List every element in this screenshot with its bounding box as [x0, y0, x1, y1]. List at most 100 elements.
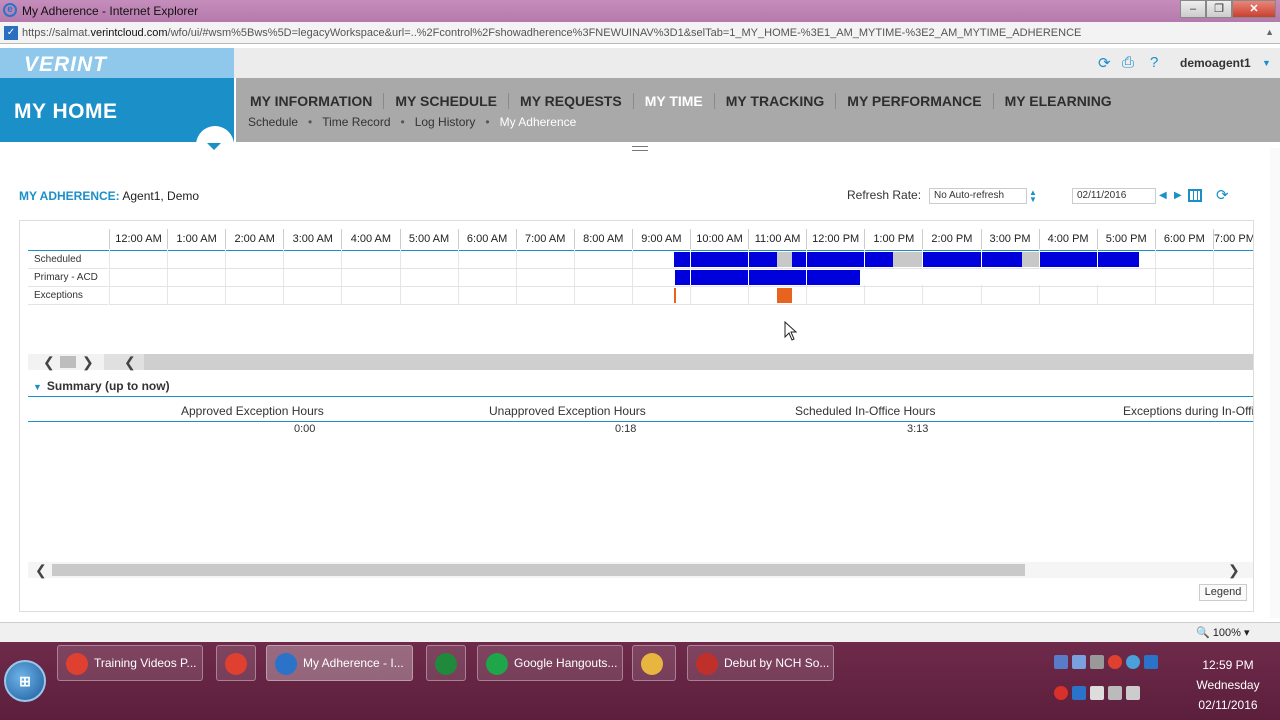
signal-icon[interactable] [1108, 686, 1122, 700]
app-icon [696, 652, 718, 675]
username[interactable]: demoagent1 [1180, 56, 1251, 70]
hour-label: 7:00 AM [515, 229, 574, 249]
tray-icon[interactable] [1090, 655, 1104, 669]
timeline-segment[interactable] [1022, 252, 1039, 267]
window-controls: – ❐ ✕ [1180, 0, 1276, 18]
nav-item-my-elearning[interactable]: MY ELEARNING [992, 93, 1123, 109]
timeline-scroll-thumb[interactable] [60, 356, 76, 368]
summary-scrollbar[interactable]: ❮ ❯ [28, 562, 1253, 578]
hour-divider [922, 251, 924, 285]
tray-network-icon[interactable] [1126, 655, 1140, 669]
resize-grip[interactable] [632, 146, 648, 151]
hour-label: 2:00 AM [225, 229, 283, 249]
calendar-icon[interactable] [1188, 189, 1202, 202]
close-button[interactable]: ✕ [1232, 0, 1276, 18]
taskbar-item-label: My Adherence - I... [303, 656, 404, 670]
user-menu-caret-icon[interactable]: ▼ [1262, 58, 1271, 68]
taskbar-item[interactable] [632, 645, 676, 681]
timeline-segment[interactable] [922, 252, 1023, 267]
scroll-right-icon[interactable]: ❯ [1228, 562, 1240, 578]
tray-icon[interactable] [1054, 655, 1068, 669]
previous-date-icon[interactable]: ◀ [1159, 190, 1167, 201]
zoom-level[interactable]: 🔍 100% ▾ [1196, 626, 1249, 639]
summary-heading[interactable]: ▼ Summary (up to now) [33, 379, 170, 393]
hour-label: 6:00 AM [457, 229, 516, 249]
subnav-item-time-record[interactable]: Time Record [322, 115, 390, 129]
subnav-item-my-adherence[interactable]: My Adherence [500, 115, 577, 129]
reload-icon[interactable]: ⟳ [1216, 186, 1229, 204]
clock-time: 12:59 PM [1202, 658, 1254, 672]
brand-bar: VERINT [0, 48, 234, 78]
scroll-up-icon[interactable]: ▲ [1265, 27, 1274, 37]
separator-dot: • [485, 115, 490, 129]
url-text[interactable]: https://salmat.verintcloud.com/wfo/ui/#w… [22, 27, 1081, 39]
address-bar[interactable]: ✓ https://salmat.verintcloud.com/wfo/ui/… [0, 22, 1280, 44]
window-titlebar: e My Adherence - Internet Explorer – ❐ ✕ [0, 0, 1280, 22]
row-track [109, 287, 1253, 305]
refresh-rate-select[interactable]: No Auto-refresh [929, 188, 1027, 204]
page-scrollbar[interactable] [1270, 148, 1280, 618]
maximize-button[interactable]: ❐ [1206, 0, 1232, 18]
battery-icon[interactable] [1090, 686, 1104, 700]
scroll-left-icon[interactable]: ❮ [124, 354, 136, 370]
summary-header-divider [28, 421, 1253, 422]
nav-item-my-schedule[interactable]: MY SCHEDULE [383, 93, 508, 109]
print-icon[interactable]: ⎙ [1122, 54, 1134, 71]
timeline-segment[interactable] [777, 288, 792, 303]
hour-divider [690, 251, 691, 285]
refresh-icon[interactable]: ⟳ [1098, 54, 1111, 72]
summary-column-header: Unapproved Exception Hours [489, 404, 646, 418]
timeline-segment[interactable] [673, 288, 676, 303]
timeline-hours: 12:00 AM 1:00 AM 2:00 AM 3:00 AM 4:00 AM 5:00… [109, 229, 1253, 249]
hour-label: 1:00 PM [864, 229, 922, 249]
volume-icon[interactable] [1126, 686, 1140, 700]
date-input[interactable]: 02/11/2016 [1072, 188, 1156, 204]
subnav-item-log-history[interactable]: Log History [415, 115, 476, 129]
expand-triangle-icon[interactable]: ▼ [33, 382, 42, 392]
scroll-left-icon[interactable]: ❮ [35, 562, 47, 578]
help-icon[interactable]: ? [1150, 54, 1158, 71]
taskbar-item[interactable]: Google Hangouts... [477, 645, 623, 681]
timeline-scroll-track[interactable] [144, 354, 1253, 370]
tray-shield-icon[interactable] [1144, 655, 1158, 669]
scroll-right-icon[interactable]: ❯ [82, 354, 94, 370]
nav-item-my-requests[interactable]: MY REQUESTS [508, 93, 633, 109]
summary-scroll-thumb[interactable] [52, 564, 1025, 576]
next-date-icon[interactable]: ▶ [1174, 190, 1182, 201]
taskbar-item[interactable] [216, 645, 256, 681]
adherence-title: MY ADHERENCE: Agent1, Demo [19, 189, 199, 203]
taskbar-item[interactable]: Training Videos P... [57, 645, 203, 681]
tray-chrome-icon[interactable] [1108, 655, 1122, 669]
nav-item-my-tracking[interactable]: MY TRACKING [713, 93, 836, 109]
timeline-segment[interactable] [893, 252, 923, 267]
tray-icon[interactable] [1054, 686, 1068, 700]
refresh-rate-spinner-icon[interactable]: ▲ ▼ [1029, 189, 1037, 204]
nav-item-my-time[interactable]: MY TIME [632, 93, 714, 109]
tray-icon[interactable] [1072, 686, 1086, 700]
scroll-left-icon[interactable]: ❮ [43, 354, 55, 370]
timeline-segment[interactable] [1038, 252, 1139, 267]
tray-icon[interactable] [1072, 655, 1086, 669]
timeline-segment[interactable] [675, 270, 860, 285]
clock[interactable]: 12:59 PM Wednesday 02/11/2016 [1196, 655, 1260, 715]
taskbar-item[interactable]: Debut by NCH So... [687, 645, 834, 681]
nav-item-my-information[interactable]: MY INFORMATION [248, 93, 383, 109]
legend-button[interactable]: Legend [1199, 584, 1247, 601]
app-icon [275, 652, 297, 675]
taskbar-item[interactable]: My Adherence - I... [266, 645, 413, 681]
timeline-segment[interactable] [777, 252, 792, 267]
hour-label: 8:00 AM [573, 229, 632, 249]
app-icon [225, 652, 247, 675]
hour-label: 5:00 AM [399, 229, 458, 249]
nav-main-items: MY INFORMATION MY SCHEDULE MY REQUESTS MY T… [248, 93, 1123, 109]
chevron-down-icon[interactable] [207, 143, 221, 150]
section-header: MY HOME [0, 78, 234, 164]
nav-item-my-performance[interactable]: MY PERFORMANCE [835, 93, 992, 109]
subnav-item-schedule[interactable]: Schedule [248, 115, 298, 129]
start-button[interactable]: ⊞ [4, 660, 46, 702]
hour-divider [980, 251, 982, 285]
taskbar-item[interactable] [426, 645, 466, 681]
timeline-scrollbar[interactable]: ❮ ❯ ❮ [28, 354, 1253, 370]
minimize-button[interactable]: – [1180, 0, 1206, 18]
hour-divider [864, 251, 866, 285]
